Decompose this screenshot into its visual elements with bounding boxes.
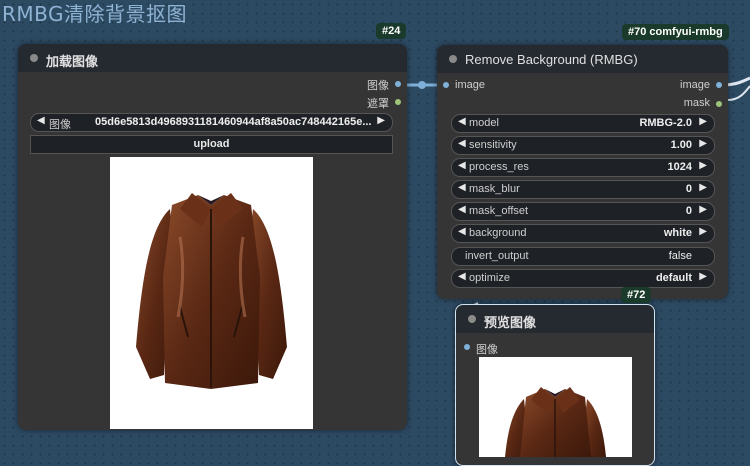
collapse-dot-icon[interactable] bbox=[449, 55, 457, 63]
arrow-right-icon[interactable]: ▶ bbox=[699, 226, 707, 237]
loaded-image-preview bbox=[110, 157, 313, 429]
widget-label-mask-blur: mask_blur bbox=[469, 183, 520, 195]
output-label-image: image bbox=[680, 79, 710, 91]
widget-label-sensitivity: sensitivity bbox=[469, 139, 517, 151]
arrow-right-icon[interactable]: ▶ bbox=[377, 115, 385, 126]
widget-value-background: white bbox=[663, 227, 692, 239]
widget-label-mask-offset: mask_offset bbox=[469, 205, 529, 217]
mask-offset-number[interactable]: ◀ mask_offset 0 ▶ bbox=[451, 202, 715, 221]
output-port-image[interactable] bbox=[395, 81, 401, 87]
input-port-image[interactable] bbox=[443, 82, 449, 88]
widget-label-process-res: process_res bbox=[469, 161, 529, 173]
output-port-mask[interactable] bbox=[395, 99, 401, 105]
arrow-left-icon[interactable]: ◀ bbox=[458, 116, 466, 127]
widget-label-model: model bbox=[469, 117, 499, 129]
arrow-left-icon[interactable]: ◀ bbox=[458, 226, 466, 237]
widget-value-model: RMBG-2.0 bbox=[639, 117, 692, 129]
result-image-preview bbox=[479, 357, 632, 457]
widget-value-mask-offset: 0 bbox=[685, 205, 692, 217]
load-image-node-header[interactable]: 加载图像 bbox=[18, 44, 407, 72]
jacket-image bbox=[136, 193, 287, 389]
widget-value-process-res: 1024 bbox=[667, 161, 692, 173]
widget-value-optimize: default bbox=[655, 272, 692, 284]
widget-label-background: background bbox=[469, 227, 527, 239]
arrow-left-icon[interactable]: ◀ bbox=[458, 160, 466, 171]
link-rmbg-mask-out bbox=[727, 85, 750, 101]
rmbg-node-title: Remove Background (RMBG) bbox=[465, 52, 638, 67]
arrow-left-icon[interactable]: ◀ bbox=[458, 204, 466, 215]
preview-node-badge: #72 bbox=[621, 287, 652, 303]
optimize-combo[interactable]: ◀ optimize default ▶ bbox=[451, 269, 715, 288]
arrow-right-icon[interactable]: ▶ bbox=[699, 204, 707, 215]
arrow-right-icon[interactable]: ▶ bbox=[699, 116, 707, 127]
group-title: RMBG清除背景抠图 bbox=[2, 2, 188, 26]
preview-node-header[interactable]: 预览图像 bbox=[456, 305, 654, 333]
arrow-left-icon[interactable]: ◀ bbox=[37, 115, 45, 126]
preview-node[interactable]: 预览图像 图像 bbox=[455, 304, 655, 466]
arrow-right-icon[interactable]: ▶ bbox=[699, 182, 707, 193]
background-combo[interactable]: ◀ background white ▶ bbox=[451, 224, 715, 243]
arrow-right-icon[interactable]: ▶ bbox=[699, 160, 707, 171]
arrow-left-icon[interactable]: ◀ bbox=[458, 271, 466, 282]
preview-node-title: 预览图像 bbox=[484, 315, 537, 330]
input-label-image: image bbox=[455, 79, 485, 91]
collapse-dot-icon[interactable] bbox=[30, 54, 38, 62]
widget-label-invert-output: invert_output bbox=[465, 250, 529, 262]
widget-label-optimize: optimize bbox=[469, 272, 510, 284]
rmbg-node-header[interactable]: Remove Background (RMBG) bbox=[437, 45, 728, 73]
jacket-result-image bbox=[505, 387, 606, 457]
arrow-right-icon[interactable]: ▶ bbox=[699, 271, 707, 282]
rmbg-node-badge: #70 comfyui-rmbg bbox=[622, 24, 729, 40]
process-res-number[interactable]: ◀ process_res 1024 ▶ bbox=[451, 158, 715, 177]
sensitivity-number[interactable]: ◀ sensitivity 1.00 ▶ bbox=[451, 136, 715, 155]
model-combo[interactable]: ◀ model RMBG-2.0 ▶ bbox=[451, 114, 715, 133]
widget-value-invert-output: false bbox=[668, 250, 692, 262]
load-image-node-title: 加载图像 bbox=[46, 54, 99, 69]
input-port-image[interactable] bbox=[464, 344, 470, 350]
output-label-mask: 遮罩 bbox=[367, 98, 389, 110]
image-file-label: 图像 bbox=[49, 119, 71, 131]
input-label-image: 图像 bbox=[476, 344, 498, 356]
rmbg-node[interactable]: Remove Background (RMBG) image image mas… bbox=[437, 45, 728, 299]
widget-value-mask-blur: 0 bbox=[685, 183, 692, 195]
output-port-image[interactable] bbox=[716, 82, 722, 88]
load-image-node[interactable]: 加载图像 图像 遮罩 ◀ 图像 05d6e5813d49689311814609… bbox=[18, 44, 407, 430]
image-file-value: 05d6e5813d4968931181460944af8a50ac748442… bbox=[95, 116, 372, 128]
link-midpoint bbox=[418, 81, 426, 89]
image-file-combo[interactable]: ◀ 图像 05d6e5813d4968931181460944af8a50ac7… bbox=[30, 113, 393, 132]
upload-button[interactable]: upload bbox=[30, 135, 393, 154]
arrow-left-icon[interactable]: ◀ bbox=[458, 182, 466, 193]
arrow-left-icon[interactable]: ◀ bbox=[458, 138, 466, 149]
arrow-right-icon[interactable]: ▶ bbox=[699, 138, 707, 149]
load-node-badge: #24 bbox=[376, 23, 407, 39]
output-port-mask[interactable] bbox=[716, 101, 722, 107]
widget-value-sensitivity: 1.00 bbox=[670, 139, 692, 151]
invert-output-toggle[interactable]: invert_output false bbox=[451, 247, 715, 266]
output-label-mask: mask bbox=[683, 97, 710, 109]
collapse-dot-icon[interactable] bbox=[468, 315, 476, 323]
output-label-image: 图像 bbox=[367, 80, 389, 92]
mask-blur-number[interactable]: ◀ mask_blur 0 ▶ bbox=[451, 180, 715, 199]
